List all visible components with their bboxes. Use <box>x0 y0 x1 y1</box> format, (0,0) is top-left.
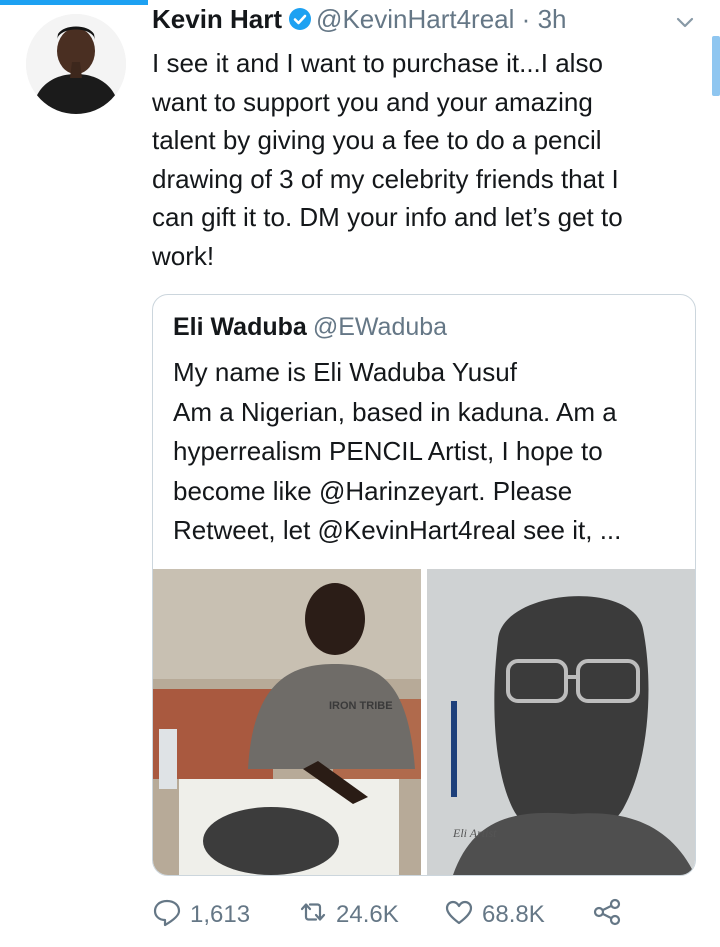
retweet-count: 24.6K <box>336 901 399 928</box>
reply-button[interactable]: 1,613 <box>152 893 250 937</box>
quoted-author-handle: @EWaduba <box>312 313 448 341</box>
retweet-icon <box>298 897 328 934</box>
author-name[interactable]: Kevin Hart <box>152 4 282 34</box>
avatar-image <box>26 14 126 114</box>
quoted-tweet-text: My name is Eli Waduba Yusuf Am a Nigeria… <box>173 357 622 545</box>
artist-drawing-photo <box>153 569 421 875</box>
timestamp[interactable]: 3h <box>538 4 567 34</box>
author-handle[interactable]: @KevinHart4real <box>316 4 514 34</box>
share-icon <box>592 897 622 934</box>
quoted-tweet-header: Eli Waduba @EWaduba <box>173 313 447 342</box>
chevron-down-icon[interactable] <box>674 12 696 34</box>
retweet-button[interactable]: 24.6K <box>298 893 399 937</box>
like-icon <box>444 897 474 934</box>
author-avatar[interactable] <box>26 14 126 114</box>
quoted-tweet-card[interactable]: Eli Waduba @EWaduba My name is Eli Waduba… <box>152 294 696 876</box>
media-divider <box>421 569 427 875</box>
tweet-header: Kevin Hart @KevinHart4real · 3h <box>152 4 682 38</box>
like-count: 68.8K <box>482 901 545 928</box>
share-button[interactable] <box>592 893 622 937</box>
quoted-author-name: Eli Waduba <box>173 313 307 341</box>
scrollbar-thumb[interactable] <box>712 36 720 96</box>
separator-dot: · <box>521 4 531 34</box>
reply-icon <box>152 897 182 934</box>
reply-count: 1,613 <box>190 901 251 928</box>
verified-badge-icon <box>288 7 312 38</box>
like-button[interactable]: 68.8K <box>444 893 545 937</box>
artist-signature: Eli Artist <box>452 826 497 840</box>
shirt-print: IRON TRIBE <box>329 700 393 712</box>
tweet-actions: 1,613 24.6K 68.8K <box>152 893 692 937</box>
tweet-text: I see it and I want to purchase it...I a… <box>152 48 623 271</box>
top-progress-bar <box>0 0 148 5</box>
